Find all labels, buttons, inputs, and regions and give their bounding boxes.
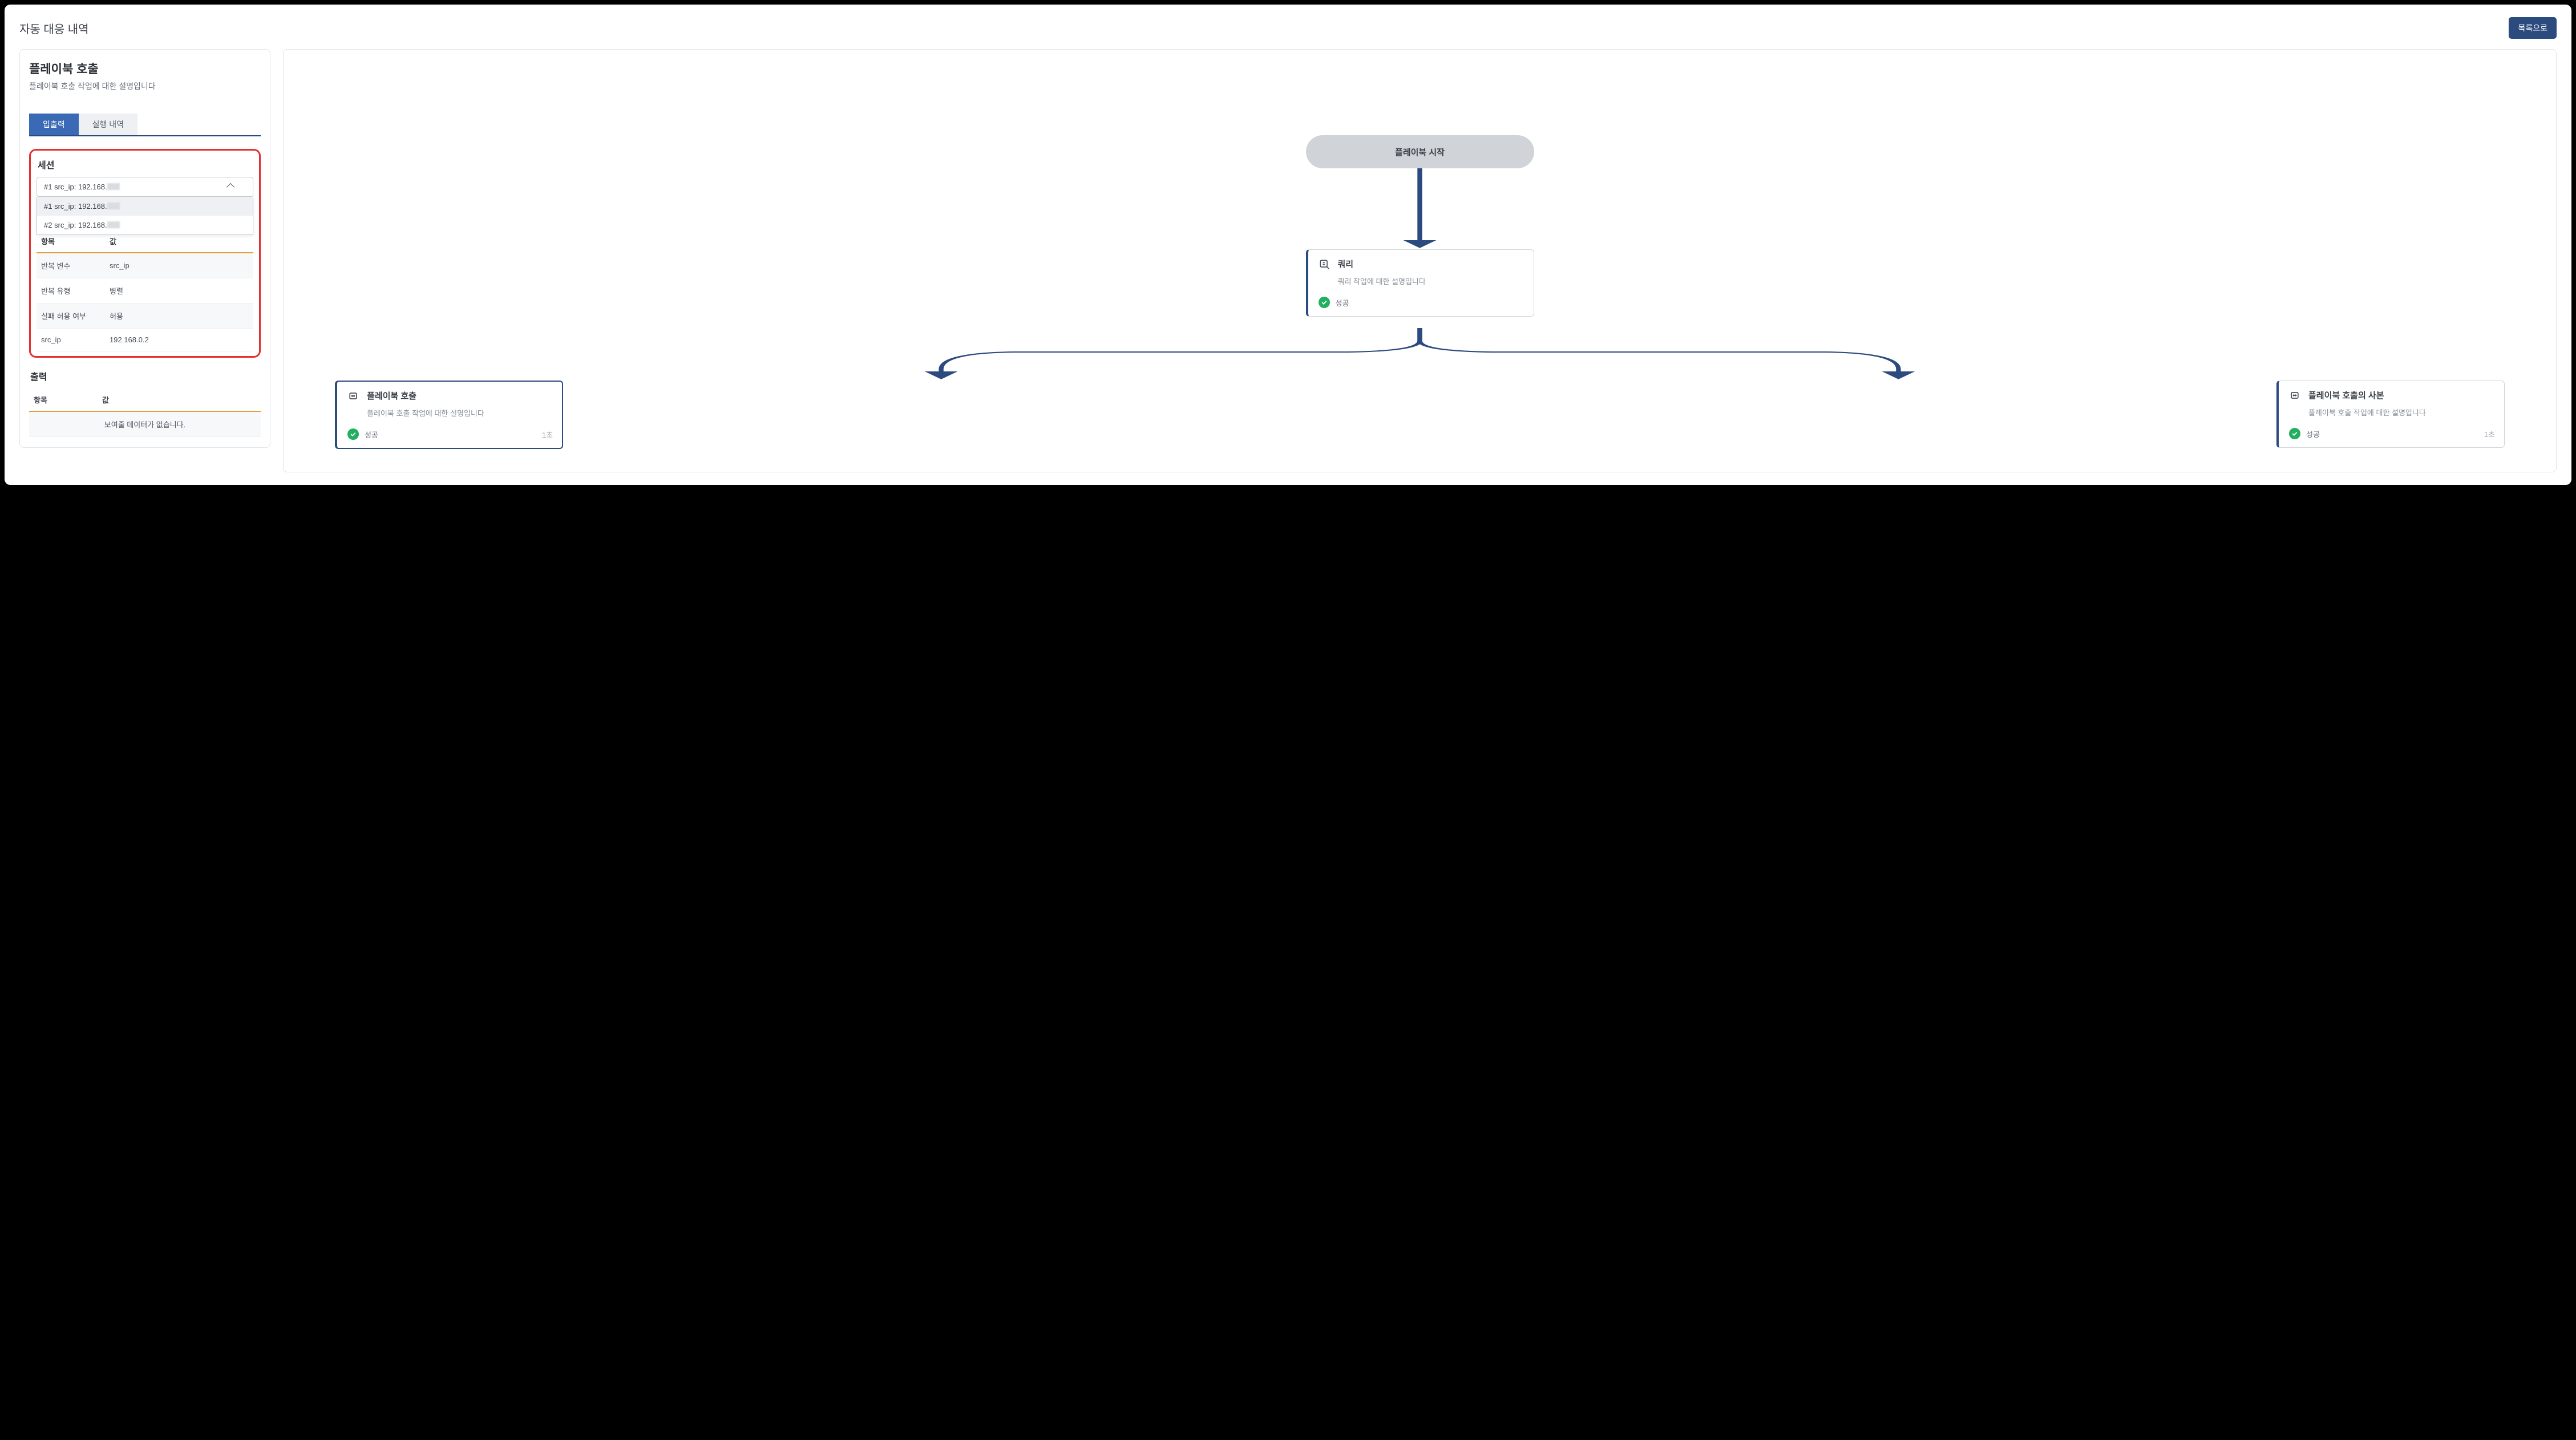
card-description: 플레이북 호출 작업에 대한 설명입니다 [2308,407,2495,418]
card-status: 성공 1초 [2289,428,2495,439]
flow-canvas: 플레이북 시작 쿼리 쿼리 작업에 대한 설명입니다 [295,61,2545,460]
output-table: 항목 값 보여줄 데이터가 없습니다. [29,389,261,437]
status-time: 1초 [2484,428,2495,439]
session-selected-value: #1 src_ip: 192.168. [44,183,120,191]
playbook-icon [2289,390,2300,401]
table-row: 반복 변수 src_ip [37,253,253,278]
card-title: 플레이북 호출의 사본 [2308,389,2384,401]
card-title: 쿼리 [1338,258,1354,270]
panel-title: 플레이북 호출 [29,60,261,77]
session-option-2[interactable]: #2 src_ip: 192.168. [37,216,253,234]
status-text: 성공 [2306,428,2320,439]
panel-description: 플레이북 호출 작업에 대한 설명입니다 [29,80,261,92]
tabs: 입출력 실행 내역 [29,114,261,136]
card-header: 플레이북 호출의 사본 [2289,389,2495,401]
session-label: 세션 [37,157,253,171]
check-icon [347,428,359,440]
session-highlight-box: 세션 #1 src_ip: 192.168. #1 src_ip: 192.16… [29,149,261,358]
table-row: 반복 유형 병렬 [37,278,253,304]
output-label: 출력 [29,369,261,383]
session-select[interactable]: #1 src_ip: 192.168. [37,177,253,197]
check-icon [2289,428,2300,439]
status-time: 1초 [542,429,553,440]
output-col-key: 항목 [29,389,98,411]
query-icon [1319,258,1330,270]
flow-node-query[interactable]: 쿼리 쿼리 작업에 대한 설명입니다 성공 [1306,249,1534,317]
flow-panel: 플레이북 시작 쿼리 쿼리 작업에 대한 설명입니다 [283,49,2557,472]
session-option-list: #1 src_ip: 192.168. #2 src_ip: 192.168. [37,197,253,235]
page-header: 자동 대응 내역 목록으로 [19,17,2557,39]
page-frame: 자동 대응 내역 목록으로 플레이북 호출 플레이북 호출 작업에 대한 설명입… [5,5,2571,485]
back-to-list-button[interactable]: 목록으로 [2509,17,2557,39]
output-col-val: 값 [98,389,261,411]
playbook-icon [347,390,359,402]
card-status: 성공 1초 [347,428,553,440]
table-row: 실패 허용 여부 허용 [37,304,253,329]
flow-node-playbook-copy[interactable]: 플레이북 호출의 사본 플레이북 호출 작업에 대한 설명입니다 성공 1초 [2276,381,2505,448]
table-row: src_ip 192.168.0.2 [37,329,253,351]
tab-history[interactable]: 실행 내역 [79,114,138,135]
redacted-ip [107,221,120,228]
status-text: 성공 [365,429,378,440]
card-status: 성공 [1319,297,1524,308]
redacted-ip [107,203,120,209]
session-dropdown: #1 src_ip: 192.168. #1 src_ip: 192.168. … [37,177,253,197]
session-option-1[interactable]: #1 src_ip: 192.168. [37,197,253,216]
card-description: 쿼리 작업에 대한 설명입니다 [1338,276,1524,286]
card-header: 플레이북 호출 [347,390,553,402]
redacted-ip [107,183,120,190]
chevron-up-icon [227,183,234,191]
page-title: 자동 대응 내역 [19,20,89,37]
input-table: 항목 값 반복 변수 src_ip 반복 유형 병렬 [37,230,253,351]
tab-io[interactable]: 입출력 [29,114,79,135]
card-header: 쿼리 [1319,258,1524,270]
output-empty-row: 보여줄 데이터가 없습니다. [29,411,261,437]
check-icon [1319,297,1330,308]
detail-panel: 플레이북 호출 플레이북 호출 작업에 대한 설명입니다 입출력 실행 내역 세… [19,49,270,448]
card-title: 플레이북 호출 [367,390,416,402]
status-text: 성공 [1336,297,1349,308]
content-area: 플레이북 호출 플레이북 호출 작업에 대한 설명입니다 입출력 실행 내역 세… [19,49,2557,472]
flow-node-playbook-call[interactable]: 플레이북 호출 플레이북 호출 작업에 대한 설명입니다 성공 1초 [335,381,563,449]
flow-start-node[interactable]: 플레이북 시작 [1306,135,1534,168]
card-description: 플레이북 호출 작업에 대한 설명입니다 [367,407,553,418]
